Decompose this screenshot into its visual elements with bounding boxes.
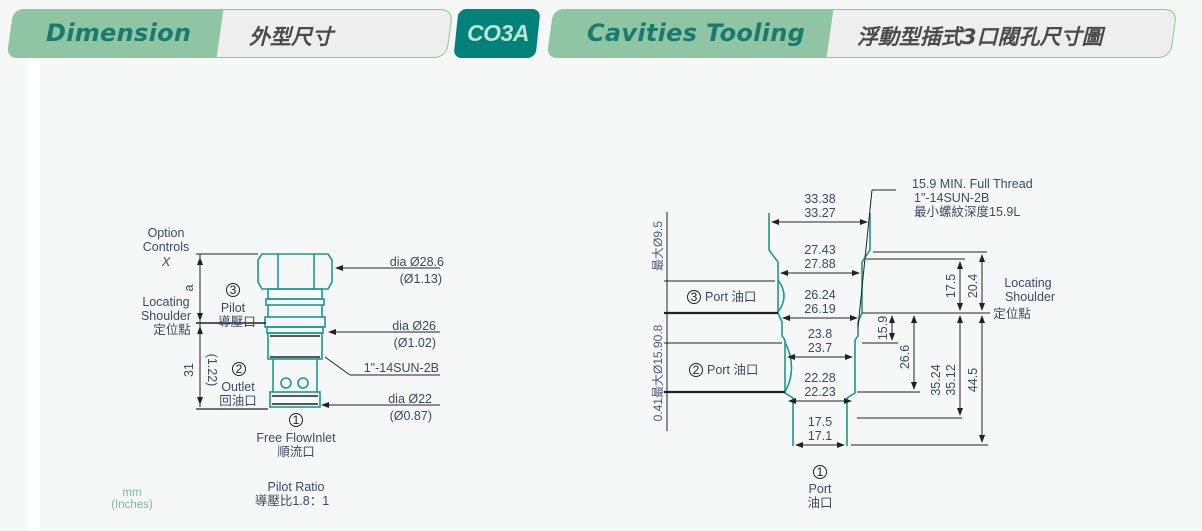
cavity-port3-number: 3: [691, 290, 698, 304]
valve-locating-zh: 定位點: [153, 322, 191, 337]
width-0-max: 33.38: [804, 192, 835, 206]
depth-20-4: 20.4: [966, 274, 980, 298]
width-4-max: 22.28: [804, 371, 835, 385]
valve-length-in: (1.22): [205, 354, 219, 387]
dia-mid-mm: dia Ø26: [392, 319, 436, 333]
depth-44-5: 44.5: [966, 368, 980, 392]
cavity-port3-label: Port 油口: [705, 290, 756, 304]
cavity-port1-number: 1: [817, 465, 824, 479]
width-3-max: 23.8: [808, 327, 832, 341]
valve-locating-line2: Shoulder: [141, 309, 191, 323]
dia-top-in: (Ø1.13): [400, 272, 442, 286]
port2-number: 2: [236, 362, 243, 376]
width-3-min: 23.7: [808, 341, 832, 355]
port3-label-zh: 導壓口: [218, 314, 256, 329]
pilot-ratio-label: Pilot Ratio: [268, 480, 325, 494]
width-1-max: 27.43: [804, 243, 835, 257]
dia-bottom-in: (Ø0.87): [390, 409, 432, 423]
thread-note-line3: 最小螺紋深度15.9L: [914, 204, 1020, 219]
valve-drawing: Option Controls X a Locating Shoulder 定位…: [111, 226, 444, 511]
thread-spec: 1"-14SUN-2B: [364, 361, 439, 375]
cavity-port2-label: Port 油口: [707, 363, 758, 377]
dia-top-mm: dia Ø28.6: [390, 255, 444, 269]
dia-bottom-mm: dia Ø22: [388, 392, 432, 406]
cavity-port2-number: 2: [693, 363, 700, 377]
port1-label: Free FlowInlet: [256, 431, 336, 445]
option-controls-line2: Controls: [143, 240, 190, 254]
depth-26-6: 26.6: [898, 345, 912, 369]
thread-note-line1: 15.9 MIN. Full Thread: [912, 177, 1033, 191]
units-mm: mm: [122, 487, 141, 499]
port3-number: 3: [230, 283, 237, 297]
cavity-drawing: 33.38 33.27 27.43 27.88 26.24 26.19 23.8…: [651, 177, 1055, 510]
valve-hex-head: [257, 253, 333, 408]
width-4-min: 22.23: [804, 385, 835, 399]
dim-a: a: [182, 284, 196, 291]
width-0-min: 33.27: [804, 206, 835, 220]
option-controls-x: X: [161, 255, 171, 269]
cavity-locating-line1: Locating: [1004, 276, 1051, 290]
units-inches: (Inches): [111, 499, 153, 511]
port2-label-zh: 回油口: [219, 394, 257, 408]
depth-17-5: 17.5: [944, 274, 958, 298]
port1-number: 1: [293, 413, 300, 427]
pilot-ratio-value: 導壓比1.8：1: [255, 493, 329, 508]
depth-15-9: 15.9: [876, 316, 890, 340]
width-2-min: 26.19: [804, 302, 835, 316]
option-controls-line1: Option: [148, 226, 185, 240]
cavity-locating-line2: Shoulder: [1005, 290, 1055, 304]
cavity-dimension-lines: [664, 189, 990, 448]
depth-35-max: 35.24: [929, 364, 943, 395]
drawing-canvas: Option Controls X a Locating Shoulder 定位…: [111, 177, 1055, 511]
cavity-locating-zh: 定位點: [993, 306, 1031, 321]
left-dim-top: 最大Ø9.5: [651, 221, 665, 271]
depth-35-min: 35.12: [944, 364, 958, 395]
port2-label: Outlet: [221, 380, 255, 394]
left-dim-bottom: 0.41最大Ø15.90.8: [651, 324, 665, 421]
cavity-port1-label-zh: 油口: [807, 496, 832, 510]
cavity-port1-label: Port: [809, 482, 832, 496]
thread-note-line2: 1"-14SUN-2B: [914, 191, 989, 205]
width-1-min: 27.88: [804, 257, 835, 271]
port3-label: Pilot: [221, 301, 246, 315]
valve-locating-line1: Locating: [142, 295, 189, 309]
valve-length-mm: 31: [182, 363, 196, 377]
width-5-min: 17.1: [808, 429, 832, 443]
width-5-max: 17.5: [808, 415, 832, 429]
dia-mid-in: (Ø1.02): [394, 336, 436, 350]
width-2-max: 26.24: [804, 288, 835, 302]
port1-label-zh: 順流口: [277, 445, 315, 459]
